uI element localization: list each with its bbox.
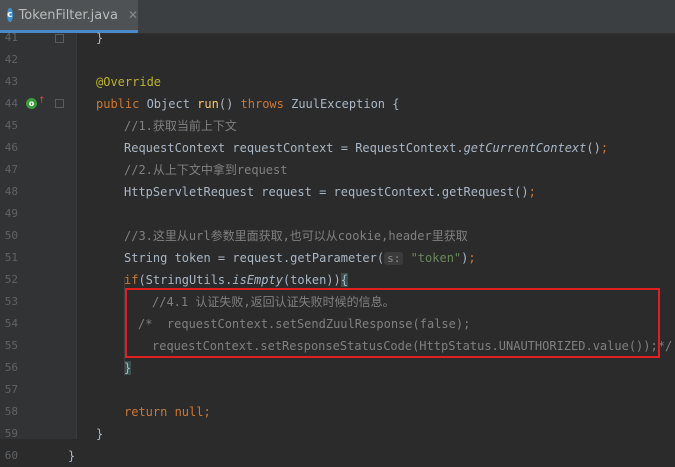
code-line[interactable]: return null; — [124, 401, 211, 423]
code-line[interactable]: } — [68, 445, 75, 467]
line-number: 54 — [4, 317, 18, 330]
code-token: String token = request.getParameter( — [124, 251, 385, 265]
line-number: 51 — [4, 251, 18, 264]
line-number: 52 — [4, 273, 18, 286]
code-token: Object — [146, 97, 198, 111]
code-token: public — [96, 97, 147, 111]
line-number: 41 — [4, 31, 18, 44]
code-token: (StringUtils. — [138, 273, 233, 287]
code-line[interactable]: } — [96, 27, 103, 49]
code-line[interactable]: //2.从上下文中拿到request — [124, 159, 287, 181]
line-number: 56 — [4, 361, 18, 374]
code-token: } — [96, 31, 104, 45]
line-number: 59 — [4, 427, 18, 440]
code-token: ZuulException { — [291, 97, 400, 111]
fold-end-icon[interactable] — [55, 34, 64, 43]
code-token: ; — [600, 141, 609, 155]
code-token: ; — [528, 185, 536, 199]
code-line[interactable]: } — [96, 423, 103, 445]
java-class-icon: c — [7, 8, 13, 22]
gutter-divider — [76, 33, 77, 439]
line-number: 57 — [4, 383, 18, 396]
code-token: "token" — [410, 251, 462, 265]
code-token: null — [174, 405, 204, 419]
code-token: isEmpty — [232, 273, 283, 287]
code-token: throws — [240, 97, 292, 111]
highlight-annotation-box — [125, 288, 660, 358]
code-line[interactable]: public Object run() throws ZuulException… — [96, 93, 399, 115]
fold-start-icon[interactable] — [55, 99, 64, 108]
code-line[interactable]: @Override — [96, 71, 161, 93]
line-number: 55 — [4, 339, 18, 352]
line-number: 58 — [4, 405, 18, 418]
line-number: 45 — [4, 119, 18, 132]
code-line[interactable]: } — [124, 357, 132, 379]
code-token: () — [218, 97, 241, 111]
code-token: run — [197, 97, 219, 111]
code-line[interactable]: //3.这里从url参数里面获取,也可以从cookie,header里获取 — [124, 225, 468, 247]
line-number: 42 — [4, 53, 18, 66]
code-token: //3.这里从url参数里面获取,也可以从cookie,header里获取 — [124, 229, 468, 243]
tab-tokenfilter-java[interactable]: c TokenFilter.java ✕ — [0, 0, 138, 33]
code-token: //1.获取当前上下文 — [124, 119, 237, 133]
code-token: RequestContext requestContext = RequestC… — [124, 141, 464, 155]
line-number: 50 — [4, 229, 18, 242]
code-line[interactable]: String token = request.getParameter(s: "… — [124, 247, 476, 269]
override-method-icon[interactable]: o — [26, 98, 37, 109]
code-token: ; — [203, 405, 211, 419]
line-number: 44 — [4, 97, 18, 110]
code-token: (token)) — [282, 273, 341, 287]
code-line[interactable]: HttpServletRequest request = requestCont… — [124, 181, 536, 203]
tab-title: TokenFilter.java — [18, 7, 118, 23]
line-number: 46 — [4, 141, 18, 154]
implements-arrow-icon: ↑ — [38, 96, 46, 106]
code-token: () — [586, 141, 601, 155]
code-token: getCurrentContext — [463, 141, 587, 155]
code-line[interactable]: //1.获取当前上下文 — [124, 115, 237, 137]
code-token: return — [124, 405, 175, 419]
line-number: 47 — [4, 163, 18, 176]
code-token: { — [340, 273, 348, 287]
code-line[interactable]: RequestContext requestContext = RequestC… — [124, 137, 608, 159]
code-token: } — [68, 449, 76, 463]
close-icon[interactable]: ✕ — [128, 8, 138, 22]
code-token: HttpServletRequest request = requestCont… — [124, 185, 529, 199]
code-token: //2.从上下文中拿到request — [124, 163, 288, 177]
line-number: 49 — [4, 207, 18, 220]
line-number: 43 — [4, 75, 18, 88]
parameter-hint: s: — [384, 252, 404, 265]
code-token: @Override — [96, 75, 162, 89]
line-number: 53 — [4, 295, 18, 308]
line-number: 60 — [4, 449, 18, 462]
code-token: } — [124, 361, 132, 375]
code-token: if — [124, 273, 139, 287]
line-number: 48 — [4, 185, 18, 198]
code-token: ; — [468, 251, 476, 265]
